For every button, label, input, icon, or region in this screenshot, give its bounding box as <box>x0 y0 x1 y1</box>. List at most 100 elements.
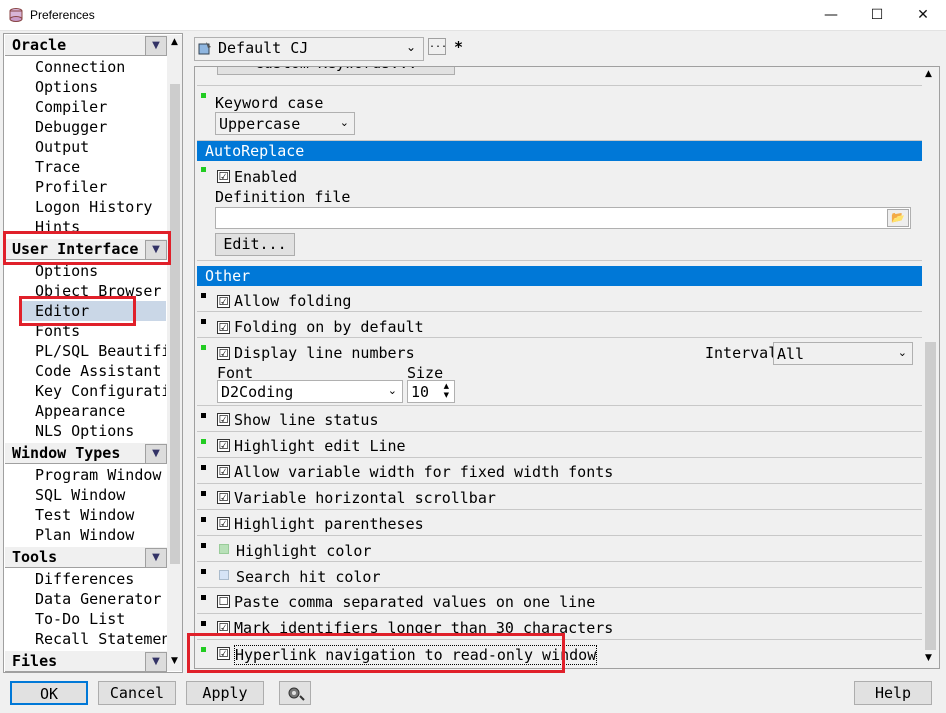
search-hit-color-swatch[interactable] <box>219 570 229 580</box>
collapse-icon[interactable]: ▼ <box>145 444 167 464</box>
changed-marker <box>201 167 206 172</box>
allow-folding-label: Allow folding <box>234 292 352 310</box>
group-label: User Interface <box>12 240 139 258</box>
group-files[interactable]: Files ▼ <box>5 650 167 672</box>
edit-button[interactable]: Edit... <box>215 233 295 256</box>
enabled-label: Enabled <box>234 168 298 186</box>
size-spinner[interactable]: 10 ▲ ▼ <box>407 380 455 403</box>
scroll-down-icon[interactable]: ▼ <box>925 653 932 663</box>
sidebar-item-editor[interactable]: Editor <box>21 301 166 321</box>
definition-file-input[interactable] <box>215 207 911 229</box>
sidebar-item-program-window[interactable]: Program Window <box>35 465 161 485</box>
paste-comma-row: ☐ Paste comma separated values on one li… <box>197 588 922 614</box>
sidebar-item-logon-history[interactable]: Logon History <box>35 197 152 217</box>
scroll-up-icon[interactable]: ▲ <box>925 69 932 79</box>
sidebar-item-data-generator[interactable]: Data Generator <box>35 589 161 609</box>
group-oracle[interactable]: Oracle ▼ <box>5 34 167 56</box>
keyword-case-label: Keyword case <box>215 94 324 112</box>
highlight-parentheses-checkbox[interactable]: ☑ <box>217 517 230 530</box>
sidebar-item-code-assistant[interactable]: Code Assistant <box>35 361 161 381</box>
help-button[interactable]: Help <box>854 681 932 705</box>
sidebar-item-object-browser[interactable]: Object Browser <box>35 281 161 301</box>
variable-width-checkbox[interactable]: ☑ <box>217 465 230 478</box>
collapse-icon[interactable]: ▼ <box>145 652 167 672</box>
variable-hscroll-checkbox[interactable]: ☑ <box>217 491 230 504</box>
sidebar-item-todo-list[interactable]: To-Do List <box>35 609 125 629</box>
folder-open-icon[interactable]: 📂 <box>887 209 909 227</box>
search-hit-color-label: Search hit color <box>236 568 381 586</box>
hyperlink-nav-label: Hyperlink navigation to read-only window <box>234 645 598 665</box>
panel-scroll-thumb[interactable] <box>925 342 936 650</box>
app-database-icon <box>9 8 23 22</box>
cancel-button[interactable]: Cancel <box>98 681 176 705</box>
sidebar-item-connection[interactable]: Connection <box>35 57 125 77</box>
sidebar-item-options[interactable]: Options <box>35 77 98 97</box>
mark-identifiers-label: Mark identifiers longer than 30 characte… <box>234 619 614 637</box>
display-line-numbers-checkbox[interactable]: ☑ <box>217 347 230 360</box>
changed-marker <box>201 439 206 444</box>
show-line-status-checkbox[interactable]: ☑ <box>217 413 230 426</box>
editor-settings-panel: Custom Keywords... Keyword case Uppercas… <box>194 66 940 669</box>
group-label: Files <box>12 652 58 670</box>
sidebar-item-compiler[interactable]: Compiler <box>35 97 107 117</box>
group-user-interface[interactable]: User Interface ▼ <box>5 238 167 260</box>
sidebar-item-nls-options[interactable]: NLS Options <box>35 421 134 441</box>
spin-arrows-icon[interactable]: ▲ ▼ <box>444 382 449 400</box>
ok-button[interactable]: OK <box>10 681 88 705</box>
interval-select[interactable]: All ⌄ <box>773 342 913 365</box>
sidebar-item-differences[interactable]: Differences <box>35 569 134 589</box>
sidebar-item-hints[interactable]: Hints <box>35 217 80 231</box>
line-numbers-row: ☑ Display line numbers Interval All ⌄ Fon… <box>197 338 922 406</box>
chevron-down-icon[interactable]: ⌄ <box>406 40 416 54</box>
collapse-icon[interactable]: ▼ <box>145 240 167 260</box>
paste-comma-checkbox[interactable]: ☐ <box>217 595 230 608</box>
folding-default-row: ☑ Folding on by default <box>197 312 922 338</box>
keyword-case-row: Keyword case Uppercase ⌄ <box>197 87 922 141</box>
interval-value: All <box>777 345 805 363</box>
section-autoreplace: AutoReplace <box>197 141 922 161</box>
sidebar-item-test-window[interactable]: Test Window <box>35 505 134 525</box>
sidebar-item-fonts[interactable]: Fonts <box>35 321 80 341</box>
sidebar-item-appearance[interactable]: Appearance <box>35 401 125 421</box>
minimize-button[interactable]: — <box>808 0 854 31</box>
custom-keywords-button[interactable]: Custom Keywords... <box>217 67 455 75</box>
scroll-down-icon[interactable]: ▼ <box>167 654 182 669</box>
group-tools[interactable]: Tools ▼ <box>5 546 167 568</box>
group-label: Oracle <box>12 36 67 54</box>
definition-file-label: Definition file <box>215 188 351 206</box>
apply-button[interactable]: Apply <box>186 681 264 705</box>
close-button[interactable]: ✕ <box>900 0 946 31</box>
collapse-icon[interactable]: ▼ <box>145 548 167 568</box>
enabled-checkbox[interactable]: ☑ <box>217 170 230 183</box>
highlight-edit-line-row: ☑ Highlight edit Line <box>197 432 922 458</box>
font-select[interactable]: D2Coding ⌄ <box>217 380 403 403</box>
highlight-edit-line-checkbox[interactable]: ☑ <box>217 439 230 452</box>
sidebar-scroll-thumb[interactable] <box>170 84 180 564</box>
group-window-types[interactable]: Window Types ▼ <box>5 442 167 464</box>
allow-folding-checkbox[interactable]: ☑ <box>217 295 230 308</box>
sidebar-item-output[interactable]: Output <box>35 137 89 157</box>
collapse-icon[interactable]: ▼ <box>145 36 167 56</box>
maximize-button[interactable]: ☐ <box>854 0 900 31</box>
highlight-color-swatch[interactable] <box>219 544 229 554</box>
sidebar-item-plsql-beautifier[interactable]: PL/SQL Beautifier <box>35 341 166 361</box>
highlight-edit-line-label: Highlight edit Line <box>234 437 406 455</box>
tools-menu-button[interactable] <box>279 681 311 705</box>
sidebar-item-debugger[interactable]: Debugger <box>35 117 107 137</box>
sidebar-item-sql-window[interactable]: SQL Window <box>35 485 125 505</box>
highlight-parentheses-row: ☑ Highlight parentheses <box>197 510 922 536</box>
sidebar-item-key-configuration[interactable]: Key Configuration <box>35 381 166 401</box>
hyperlink-nav-checkbox[interactable]: ☑ <box>217 647 230 660</box>
mark-identifiers-checkbox[interactable]: ☑ <box>217 621 230 634</box>
sidebar-item-plan-window[interactable]: Plan Window <box>35 525 134 545</box>
template-icon <box>198 42 211 55</box>
gear-icon <box>288 687 305 701</box>
sidebar-item-trace[interactable]: Trace <box>35 157 80 177</box>
scroll-up-icon[interactable]: ▲ <box>167 35 182 50</box>
template-more-button[interactable]: ... <box>428 38 447 55</box>
sidebar-item-profiler[interactable]: Profiler <box>35 177 107 197</box>
sidebar-item-ui-options[interactable]: Options <box>35 261 98 281</box>
keyword-case-select[interactable]: Uppercase ⌄ <box>215 112 355 135</box>
sidebar-item-recall-statement[interactable]: Recall Statement <box>35 629 180 649</box>
folding-default-checkbox[interactable]: ☑ <box>217 321 230 334</box>
